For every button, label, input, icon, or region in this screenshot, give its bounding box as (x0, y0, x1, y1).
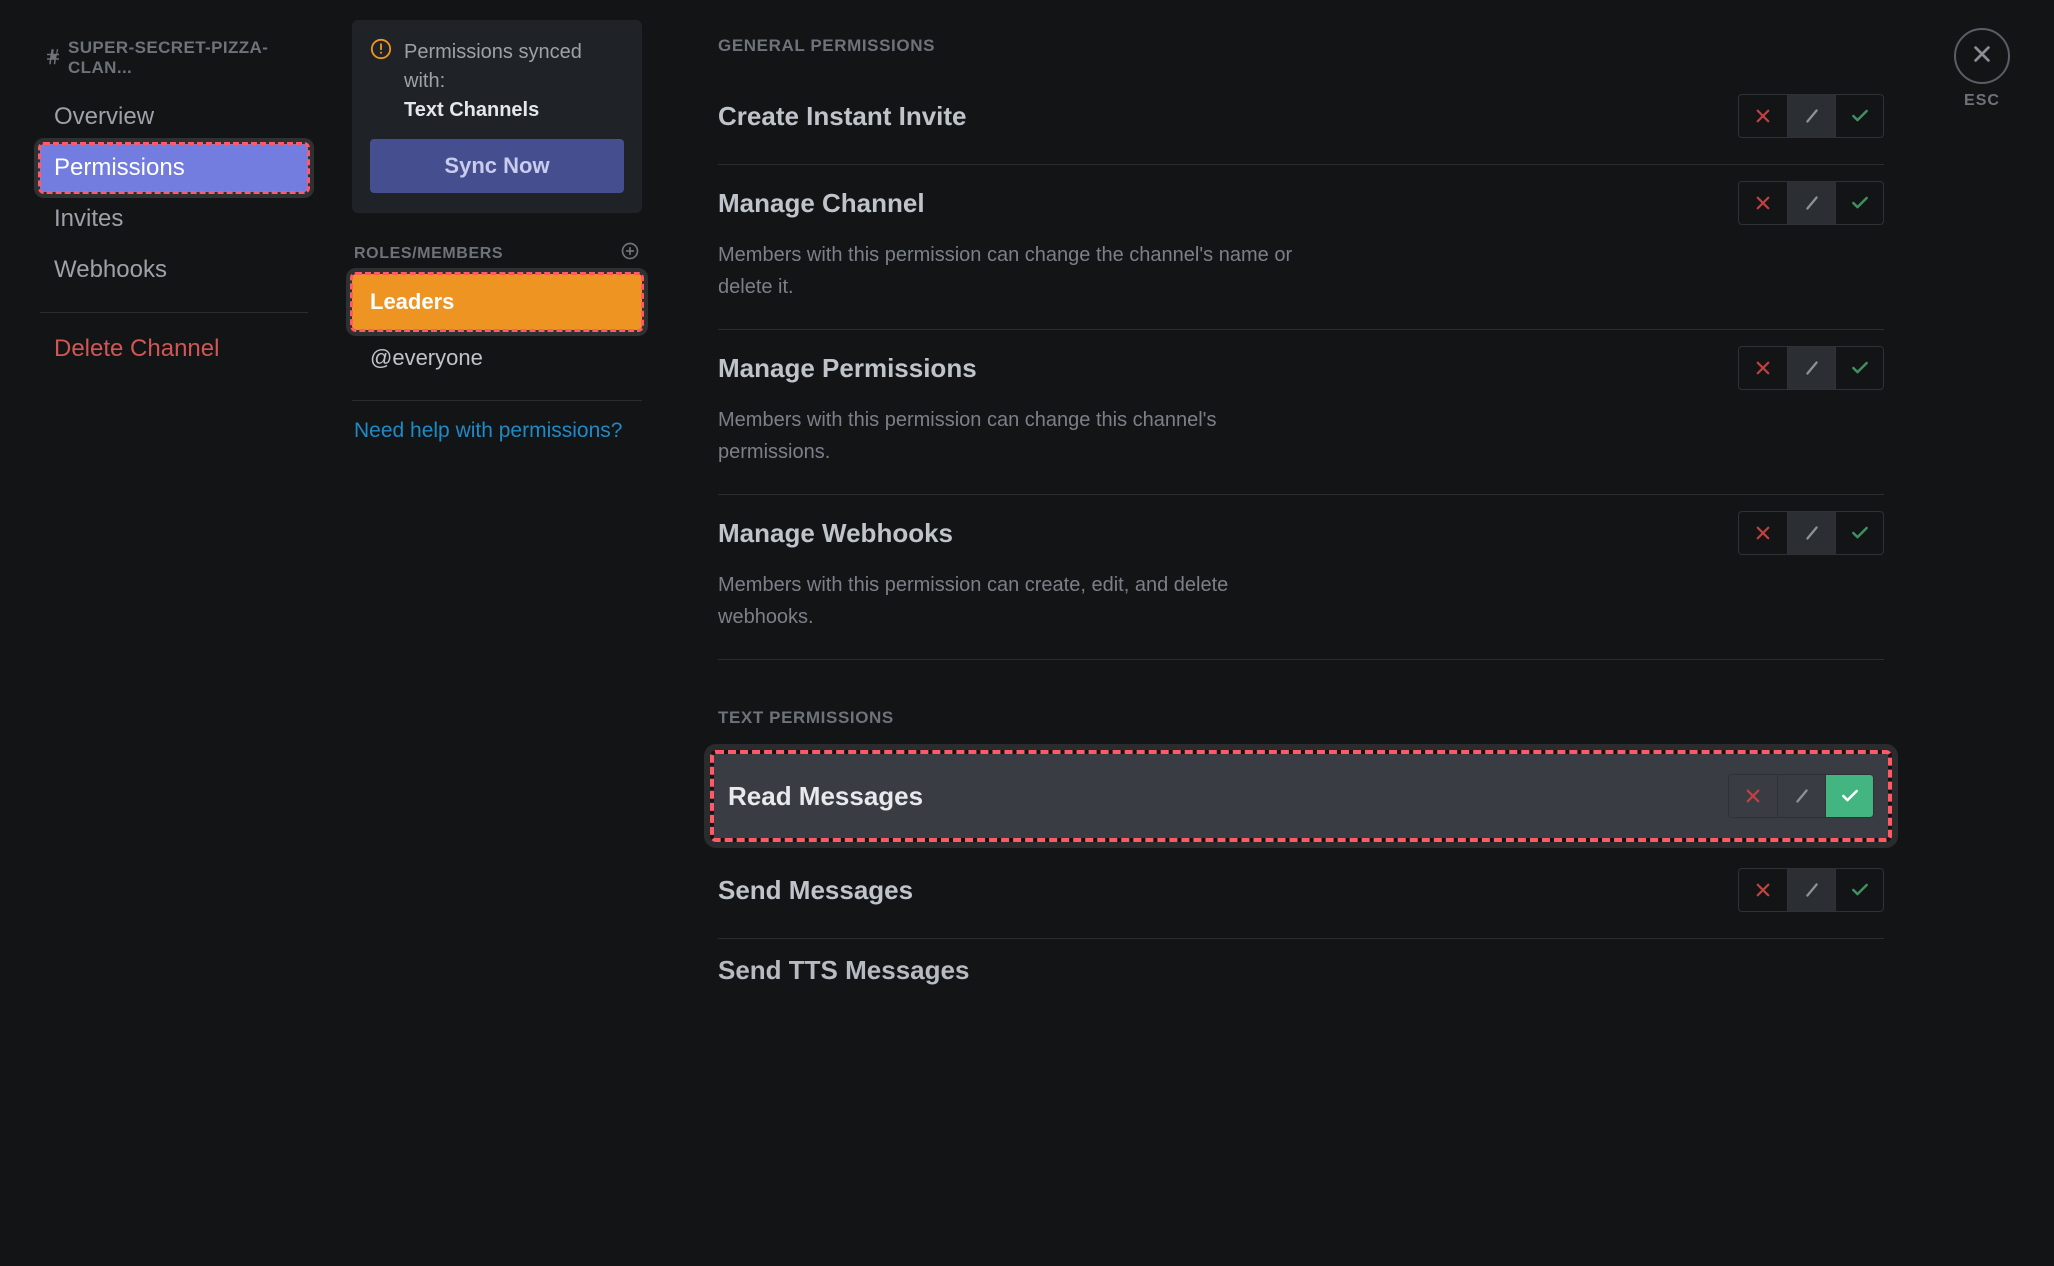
sync-target: Text Channels (404, 99, 539, 121)
tristate-manage-webhooks (1738, 511, 1884, 555)
permissions-main: GENERAL PERMISSIONS Create Instant Invit… (662, 0, 2054, 1266)
perm-deny-button[interactable] (1739, 869, 1787, 911)
perm-allow-button[interactable] (1835, 869, 1883, 911)
sidebar-item-webhooks[interactable]: Webhooks (40, 246, 308, 294)
sidebar-item-permissions[interactable]: Permissions (40, 144, 308, 192)
perm-manage-permissions: Manage Permissions Members with this per… (718, 330, 1884, 495)
role-label: Leaders (370, 289, 454, 315)
perm-neutral-button[interactable] (1787, 512, 1835, 554)
perm-neutral-button[interactable] (1787, 869, 1835, 911)
perm-deny-button[interactable] (1729, 775, 1777, 817)
sidebar-item-label: Invites (54, 205, 123, 232)
perm-manage-webhooks: Manage Webhooks Members with this permis… (718, 495, 1884, 660)
settings-sidebar: SUPER-SECRET-PIZZA-CLAN... Overview Perm… (0, 0, 330, 1266)
role-item-leaders[interactable]: Leaders (352, 274, 642, 330)
close-button[interactable] (1954, 28, 2010, 84)
sync-now-button[interactable]: Sync Now (370, 139, 624, 193)
channel-title: SUPER-SECRET-PIZZA-CLAN... (40, 20, 312, 90)
perm-title: Manage Channel (718, 188, 925, 219)
perm-read-messages: Read Messages (714, 754, 1888, 838)
perm-allow-button[interactable] (1835, 347, 1883, 389)
roles-header: ROLES/MEMBERS (352, 241, 642, 266)
close-box: ESC (1954, 28, 2010, 110)
role-item-everyone[interactable]: @everyone (352, 330, 642, 386)
perm-desc: Members with this permission can create,… (718, 569, 1298, 633)
channel-title-text: SUPER-SECRET-PIZZA-CLAN... (68, 38, 308, 78)
section-general-label: GENERAL PERMISSIONS (718, 36, 1884, 56)
roles-column: Permissions synced with: Text Channels S… (330, 0, 662, 1266)
section-text-label: TEXT PERMISSIONS (718, 708, 1884, 728)
sidebar-item-label: Webhooks (54, 256, 167, 283)
role-label: @everyone (370, 345, 483, 371)
permissions-help-link[interactable]: Need help with permissions? (352, 415, 642, 447)
perm-title: Create Instant Invite (718, 101, 967, 132)
perm-create-invite: Create Instant Invite (718, 78, 1884, 165)
perm-title: Send Messages (718, 875, 913, 906)
perm-desc: Members with this permission can change … (718, 404, 1298, 468)
sidebar-item-label: Overview (54, 103, 154, 130)
perm-allow-button[interactable] (1835, 95, 1883, 137)
perm-allow-button[interactable] (1835, 512, 1883, 554)
permissions-sync-box: Permissions synced with: Text Channels S… (352, 20, 642, 213)
tristate-manage-channel (1738, 181, 1884, 225)
warning-icon (370, 38, 392, 65)
tristate-send-messages (1738, 868, 1884, 912)
perm-allow-button[interactable] (1835, 182, 1883, 224)
close-icon (1971, 43, 1993, 70)
sidebar-item-overview[interactable]: Overview (40, 93, 308, 141)
perm-manage-channel: Manage Channel Members with this permiss… (718, 165, 1884, 330)
tristate-read-messages (1728, 774, 1874, 818)
perm-deny-button[interactable] (1739, 95, 1787, 137)
perm-deny-button[interactable] (1739, 512, 1787, 554)
perm-allow-button[interactable] (1825, 775, 1873, 817)
sync-line: Permissions synced with: (404, 41, 582, 92)
perm-divider (718, 659, 1884, 660)
sidebar-item-invites[interactable]: Invites (40, 195, 308, 243)
roles-header-label: ROLES/MEMBERS (354, 245, 503, 263)
perm-desc: Members with this permission can change … (718, 239, 1298, 303)
perm-deny-button[interactable] (1739, 347, 1787, 389)
highlight-read-messages: Read Messages (710, 750, 1892, 842)
hash-icon (44, 47, 62, 70)
perm-title: Read Messages (728, 781, 923, 812)
perm-title: Manage Permissions (718, 353, 977, 384)
perm-title: Send TTS Messages (718, 955, 969, 986)
sidebar-divider (40, 312, 308, 313)
perm-deny-button[interactable] (1739, 182, 1787, 224)
roles-divider (352, 400, 642, 401)
perm-neutral-button[interactable] (1787, 95, 1835, 137)
perm-neutral-button[interactable] (1787, 347, 1835, 389)
add-role-icon[interactable] (620, 241, 640, 266)
sync-text: Permissions synced with: Text Channels (404, 38, 624, 125)
esc-label: ESC (1964, 92, 2000, 110)
channel-settings-overlay: SUPER-SECRET-PIZZA-CLAN... Overview Perm… (0, 0, 2054, 1266)
perm-neutral-button[interactable] (1787, 182, 1835, 224)
tristate-manage-permissions (1738, 346, 1884, 390)
delete-channel-button[interactable]: Delete Channel (40, 325, 312, 373)
sidebar-item-label: Permissions (54, 154, 185, 181)
perm-send-tts: Send TTS Messages (718, 939, 1884, 986)
perm-send-messages: Send Messages (718, 852, 1884, 939)
tristate-create-invite (1738, 94, 1884, 138)
perm-title: Manage Webhooks (718, 518, 953, 549)
perm-neutral-button[interactable] (1777, 775, 1825, 817)
